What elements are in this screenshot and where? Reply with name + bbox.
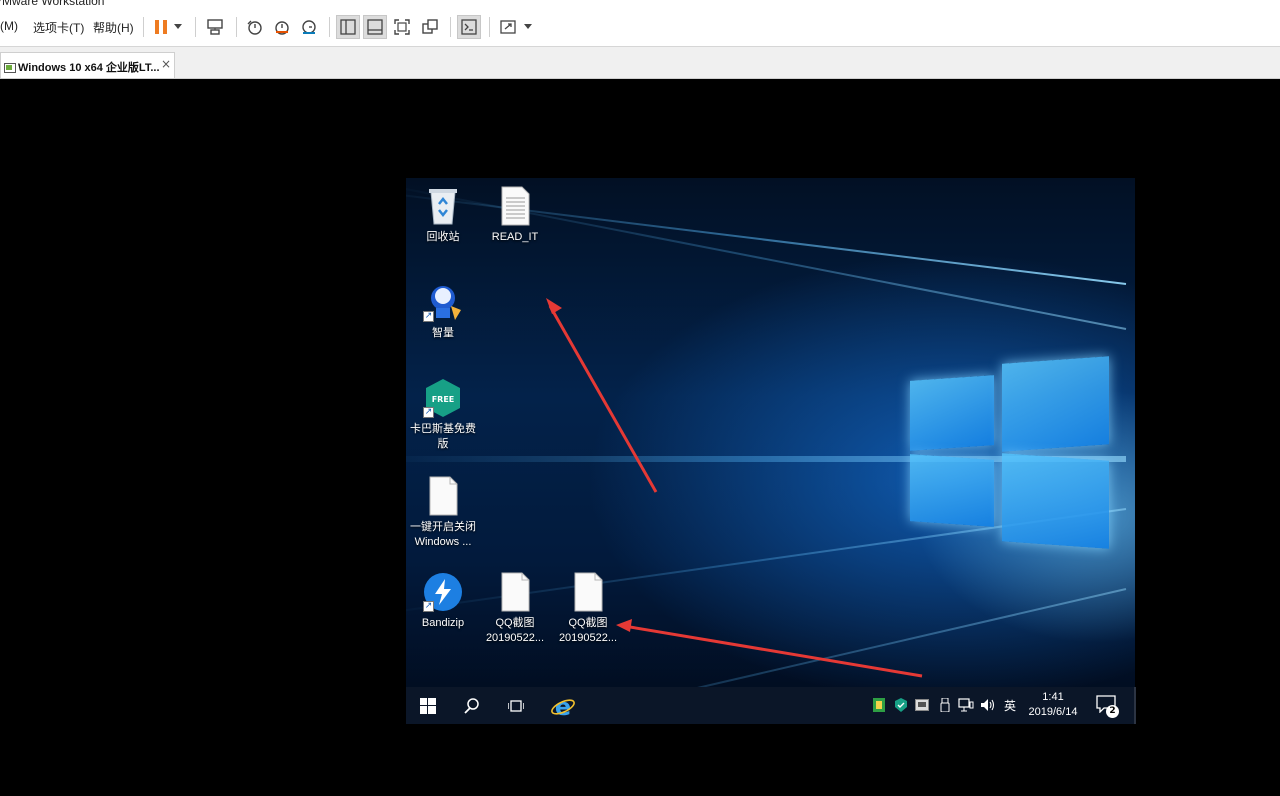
toolbar-divider <box>143 17 144 37</box>
annotation-arrows <box>546 298 923 678</box>
annotation-arrow <box>548 305 658 493</box>
snapshot-icon[interactable] <box>243 15 267 39</box>
ime-indicator[interactable]: 英 <box>1002 697 1018 713</box>
chevron-down-icon[interactable] <box>520 15 536 39</box>
arrowhead-icon <box>616 619 632 632</box>
notification-count-badge: 2 <box>1106 705 1119 718</box>
tab-label: Windows 10 x64 企业版LT... <box>18 62 160 74</box>
stretch-icon[interactable] <box>496 15 520 39</box>
vmware-tools-icon[interactable] <box>914 697 930 713</box>
fullscreen-icon[interactable] <box>390 15 414 39</box>
chevron-down-icon[interactable] <box>170 15 186 39</box>
menubar: (M) 选项卡(T) 帮助(H) <box>0 10 1280 47</box>
vm-icon <box>4 60 16 79</box>
toolbar-divider <box>489 17 490 37</box>
toolbar-divider <box>236 17 237 37</box>
unity-icon[interactable] <box>418 15 442 39</box>
clock-date: 2019/6/14 <box>1028 706 1078 718</box>
toolbar-divider <box>195 17 196 37</box>
toolbar-divider <box>329 17 330 37</box>
kaspersky-tray-icon[interactable] <box>894 697 908 713</box>
close-icon[interactable]: × <box>161 57 171 71</box>
toolbar-divider <box>450 17 451 37</box>
network-icon[interactable] <box>958 697 974 713</box>
clock-time: 1:41 <box>1042 691 1064 703</box>
menu-help[interactable]: 帮助(H) <box>93 19 134 36</box>
send-ctrl-alt-del-icon[interactable] <box>203 15 227 39</box>
usb-icon[interactable] <box>938 697 952 713</box>
vm-desktop[interactable]: 回收站 READ_IT ↗ 智量 FREE ↗ 卡巴斯基免费 版 一键开启关闭 … <box>406 178 1135 724</box>
window-titlebar: VMware Workstation <box>0 0 1280 10</box>
library-view-icon[interactable] <box>336 15 360 39</box>
start-icon[interactable] <box>412 687 444 724</box>
taskbar: e 英 1:41 2019/6/14 2 <box>406 687 1135 724</box>
action-center-icon[interactable]: 2 <box>1096 695 1119 718</box>
arrowhead-icon <box>546 298 562 314</box>
thumbnail-view-icon[interactable] <box>363 15 387 39</box>
menu-tabs[interactable]: 选项卡(T) <box>33 19 84 36</box>
tray-app-icon[interactable] <box>872 697 886 713</box>
menu-vm[interactable]: (M) <box>0 19 18 33</box>
show-desktop-button[interactable] <box>1134 687 1136 724</box>
volume-icon[interactable] <box>980 697 996 713</box>
manage-snapshots-icon[interactable] <box>297 15 321 39</box>
internet-explorer-icon[interactable]: e <box>546 687 580 724</box>
taskbar-clock[interactable]: 1:41 2019/6/14 <box>1022 690 1084 720</box>
annotation-arrow <box>623 624 923 678</box>
revert-snapshot-icon[interactable] <box>270 15 294 39</box>
window-title: VMware Workstation <box>0 0 105 8</box>
console-icon[interactable] <box>457 15 481 39</box>
task-view-icon[interactable] <box>500 687 532 724</box>
search-icon[interactable] <box>456 687 488 724</box>
tab-windows10-vm[interactable]: Windows 10 x64 企业版LT... × <box>0 52 175 78</box>
vm-tab-strip: Windows 10 x64 企业版LT... × <box>0 47 1280 79</box>
